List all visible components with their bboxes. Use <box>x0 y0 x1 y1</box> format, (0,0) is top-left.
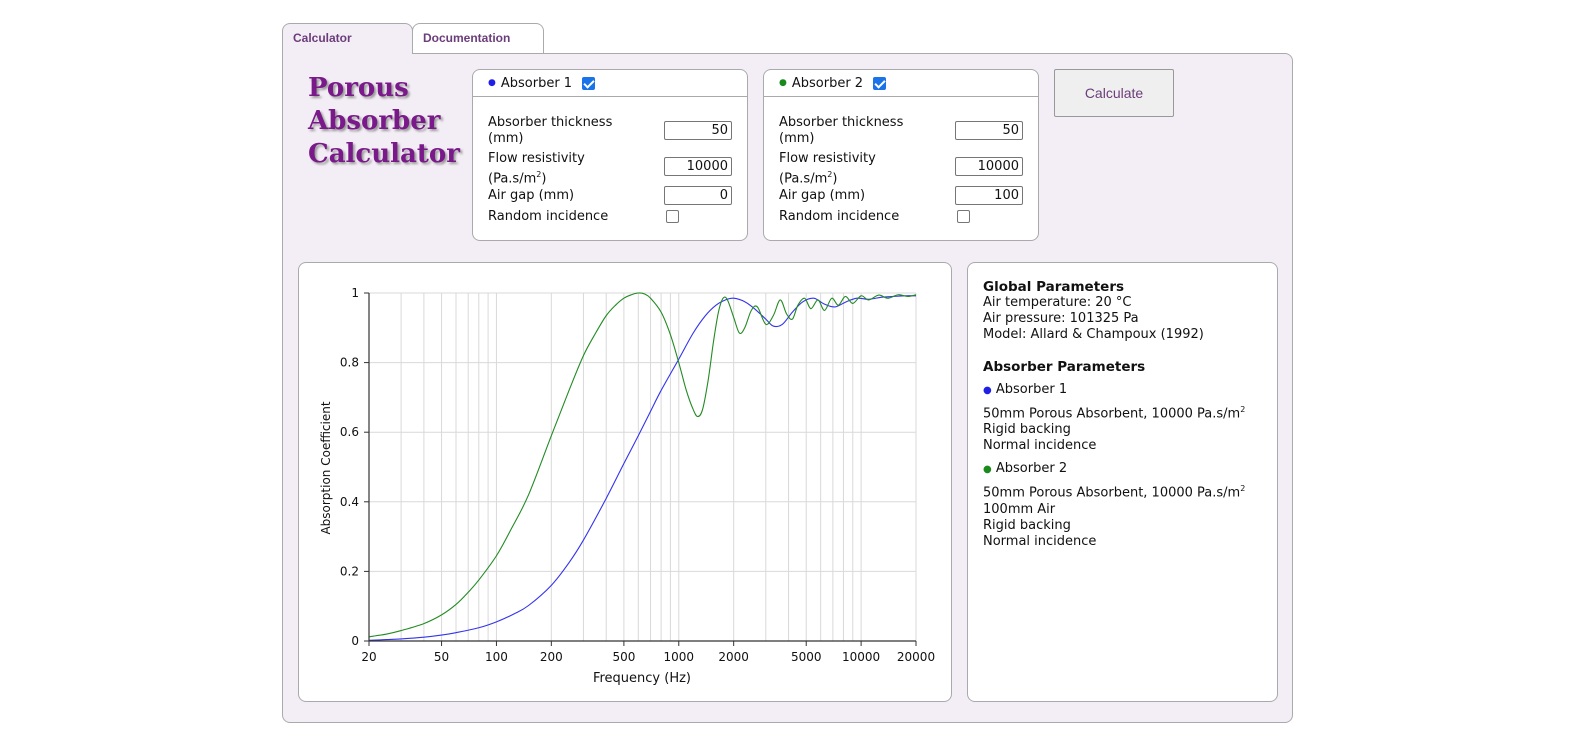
global-params-title: Global Parameters <box>983 279 1125 295</box>
y-axis-label: Absorption Coefficient <box>319 401 333 534</box>
absorber-2-header: ● Absorber 2 <box>764 70 1038 97</box>
absorption-chart: 0 0.2 0.4 0.6 0.8 1 20 50 100 200 500 1000 2000 5000 1… <box>319 286 935 686</box>
x-tick-label: 20000 <box>897 650 935 664</box>
absorber-2-box: ● Absorber 2 Absorber thickness (mm) 50 … <box>763 69 1039 241</box>
absorber-2-random-label: Random incidence <box>779 209 900 224</box>
y-tick-label: 1 <box>351 286 359 300</box>
absorber-2-flow-input[interactable]: 10000 <box>955 157 1023 176</box>
x-tick-label: 100 <box>485 650 508 664</box>
y-tick-label: 0.2 <box>340 564 359 578</box>
absorber-1-thickness-label: Absorber thickness (mm) <box>488 115 613 146</box>
absorber-2-thickness-label: Absorber thickness (mm) <box>779 115 904 146</box>
info-absorber-2-dot-icon: ● <box>983 464 992 476</box>
info-absorber-2-line: 100mm Air <box>983 501 1056 517</box>
x-tick-label: 20 <box>361 650 376 664</box>
absorber-1-flow-label: Flow resistivity (Pa.s/m2) <box>488 151 585 187</box>
info-absorber-1-desc: 50mm Porous Absorbent, 10000 Pa.s/m2 <box>983 405 1246 422</box>
x-tick-label: 1000 <box>664 650 695 664</box>
x-tick-label: 5000 <box>791 650 822 664</box>
tab-documentation[interactable]: Documentation <box>412 23 544 53</box>
absorber-1-box: ● Absorber 1 Absorber thickness (mm) 50 … <box>472 69 748 241</box>
absorber-2-flow-label: Flow resistivity (Pa.s/m2) <box>779 151 876 187</box>
absorber-1-thickness-input[interactable]: 50 <box>664 121 732 140</box>
absorber-1-enable-checkbox[interactable] <box>582 76 596 90</box>
global-param-line: Air temperature: 20 °C <box>983 295 1132 310</box>
y-tick-label: 0.8 <box>340 356 359 370</box>
info-absorber-2-name: ● Absorber 2 <box>983 461 1068 477</box>
absorber-1-header: ● Absorber 1 <box>473 70 747 97</box>
absorber-1-title: Absorber 1 <box>500 75 573 91</box>
y-tick-label: 0.4 <box>340 495 359 509</box>
info-panel: Global Parameters Air temperature: 20 °C… <box>967 262 1278 702</box>
absorber-params-title: Absorber Parameters <box>983 359 1146 375</box>
x-tick-label: 200 <box>540 650 563 664</box>
absorber-1-flow-input[interactable]: 10000 <box>664 157 732 176</box>
info-absorber-1-line: Normal incidence <box>983 438 1097 454</box>
chart-panel: 0 0.2 0.4 0.6 0.8 1 20 50 100 200 500 1000 2000 5000 1… <box>298 262 952 702</box>
absorber-1-airgap-label: Air gap (mm) <box>488 188 575 203</box>
x-tick-label: 2000 <box>718 650 749 664</box>
y-tick-label: 0 <box>351 634 359 648</box>
app-title: Porous Absorber Calculator <box>308 73 460 169</box>
global-param-line: Air pressure: 101325 Pa <box>983 311 1139 326</box>
y-tick-label: 0.6 <box>340 425 359 439</box>
absorber-1-random-checkbox[interactable] <box>666 210 679 223</box>
absorber-2-airgap-input[interactable]: 100 <box>955 186 1023 205</box>
absorber-2-thickness-input[interactable]: 50 <box>955 121 1023 140</box>
absorber-2-enable-checkbox[interactable] <box>873 76 887 90</box>
info-absorber-1-name: ● Absorber 1 <box>983 382 1068 397</box>
tab-calculator[interactable]: Calculator <box>282 23 413 54</box>
info-absorber-2-line: Rigid backing <box>983 517 1071 533</box>
x-tick-label: 10000 <box>842 650 880 664</box>
info-absorber-2-line: Normal incidence <box>983 533 1097 549</box>
absorber-2-airgap-label: Air gap (mm) <box>779 188 866 203</box>
absorber-2-dot-icon: ● <box>779 78 787 88</box>
x-tick-label: 50 <box>434 650 449 664</box>
x-tick-label: 500 <box>612 650 635 664</box>
absorber-1-random-label: Random incidence <box>488 209 609 224</box>
absorber-1-airgap-input[interactable]: 0 <box>664 186 732 205</box>
absorber-2-title: Absorber 2 <box>791 75 864 91</box>
series-line-2 <box>368 292 917 638</box>
info-absorber-1-line: Rigid backing <box>983 422 1071 438</box>
absorber-1-dot-icon: ● <box>488 78 496 88</box>
series-line-1 <box>368 295 917 641</box>
info-absorber-2-desc: 50mm Porous Absorbent, 10000 Pa.s/m2 <box>983 484 1246 501</box>
x-axis-label: Frequency (Hz) <box>593 671 691 686</box>
global-param-line: Model: Allard & Champoux (1992) <box>983 327 1204 342</box>
info-absorber-1-dot-icon: ● <box>983 385 992 396</box>
calculate-button[interactable]: Calculate <box>1054 69 1174 117</box>
absorber-2-random-checkbox[interactable] <box>957 210 970 223</box>
